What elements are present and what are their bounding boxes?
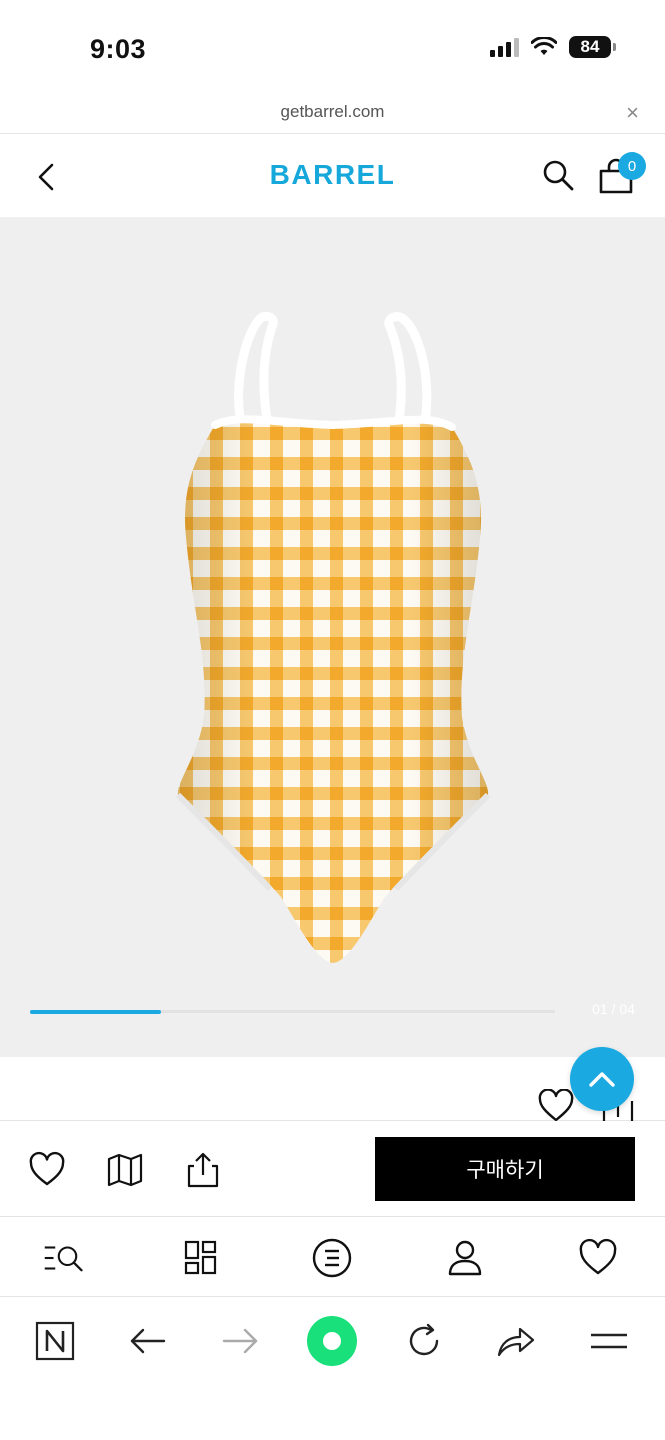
user-icon[interactable] [444,1237,486,1279]
product-info-strip [0,1057,665,1127]
wifi-icon [531,37,557,55]
status-bar: 9:03 84 [0,0,665,96]
naver-green-dot-button[interactable] [307,1316,357,1366]
heart-icon[interactable] [28,1151,66,1189]
reload-icon[interactable] [402,1319,446,1363]
arrow-right-icon[interactable] [218,1319,262,1363]
status-icons: 84 [490,36,616,58]
product-image[interactable] [0,217,665,997]
map-icon[interactable] [106,1151,144,1189]
url-bar[interactable]: getbarrel.com × [0,96,665,134]
chevron-up-icon [589,1072,615,1087]
site-bottom-nav [0,1217,665,1297]
hamburger-icon[interactable] [587,1319,631,1363]
share-icon[interactable] [184,1151,222,1189]
arrow-left-icon[interactable] [126,1319,170,1363]
status-time: 9:03 [90,34,147,64]
grid-icon[interactable] [180,1237,222,1279]
signal-icon [490,37,519,57]
product-image-gallery[interactable]: 01 / 04 [0,217,665,1057]
scroll-to-top-button[interactable] [570,1047,634,1111]
battery-indicator: 84 [569,36,616,58]
buy-now-button[interactable]: 구매하기 [375,1137,635,1201]
url-text[interactable]: getbarrel.com [0,102,665,122]
search-icon[interactable] [540,157,576,193]
gallery-counter: 01 / 04 [592,1001,635,1017]
gallery-progress-fill [30,1010,161,1014]
menu-search-icon[interactable] [43,1237,85,1279]
site-header: BARREL [0,135,665,217]
heart-icon[interactable] [577,1237,619,1279]
naver-n-icon[interactable] [33,1319,77,1363]
close-icon[interactable]: × [626,100,639,126]
heart-icon[interactable] [538,1089,574,1123]
menu-circle-icon[interactable] [311,1237,353,1279]
cart-count-badge[interactable]: 0 [618,152,646,180]
share-arrow-icon[interactable] [494,1319,538,1363]
product-action-bar: 구매하기 [0,1121,665,1217]
